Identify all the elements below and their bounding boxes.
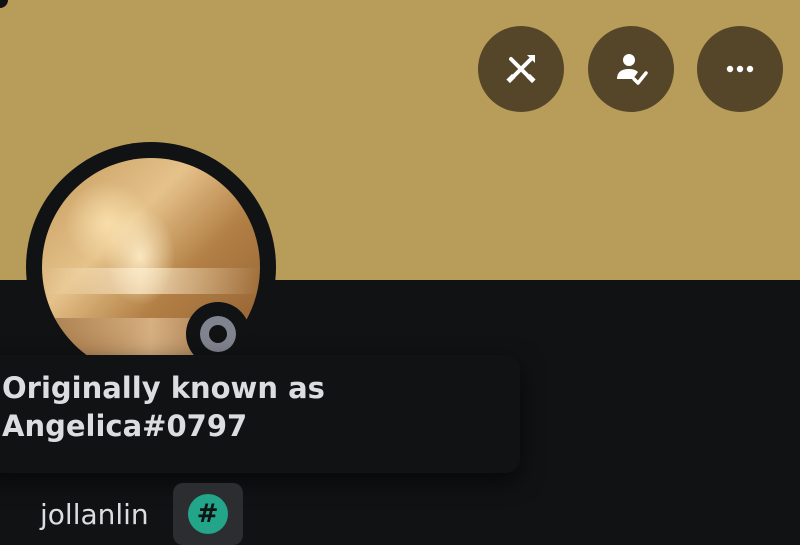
legacy-username-badge[interactable]: # — [172, 483, 243, 545]
tooltip-text: Originally known as Angelica#0797 — [2, 371, 325, 443]
swords-off-button[interactable] — [478, 26, 564, 112]
hashtag-icon: # — [187, 494, 228, 534]
more-options-button[interactable] — [697, 26, 783, 112]
offline-status-icon — [200, 316, 236, 352]
username[interactable]: jollanlin — [40, 498, 149, 531]
previous-username-tooltip: Originally known as Angelica#0797 — [0, 355, 520, 473]
more-icon — [726, 65, 754, 73]
banner-corner — [0, 0, 8, 8]
person-check-button[interactable] — [588, 26, 674, 112]
avatar-highlight — [42, 268, 260, 294]
person-check-icon — [617, 54, 648, 85]
username-row: jollanlin # — [40, 483, 243, 545]
swords-off-icon — [506, 55, 536, 84]
